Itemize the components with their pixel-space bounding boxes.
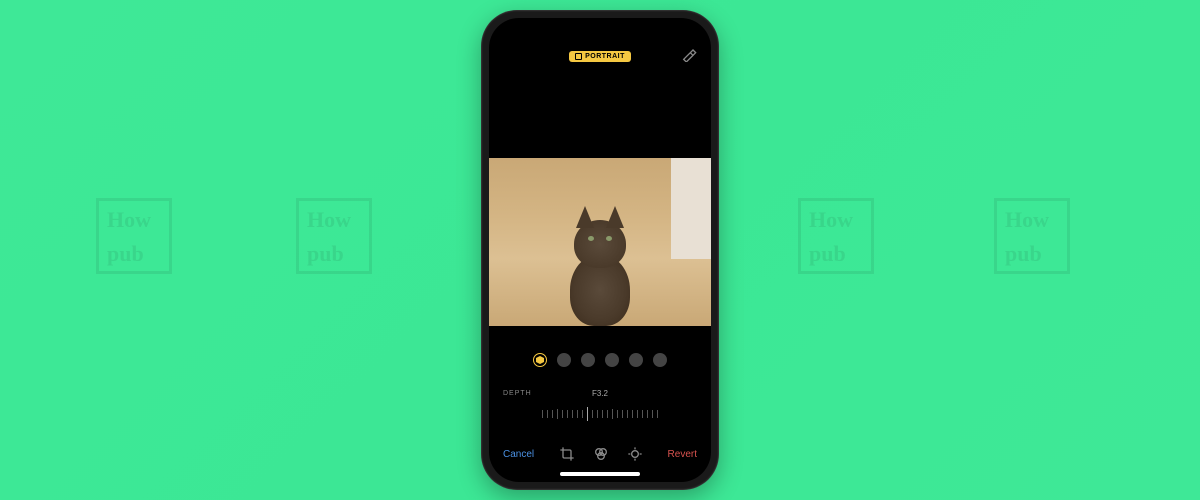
editor-top-bar: PORTRAIT — [489, 44, 711, 68]
depth-value: F3.2 — [503, 389, 697, 398]
portrait-icon — [575, 53, 582, 60]
depth-slider[interactable] — [503, 404, 697, 424]
lighting-modes-row — [489, 353, 711, 367]
filters-icon[interactable] — [593, 446, 609, 462]
editor-bottom-bar: Cancel Revert — [489, 446, 711, 462]
adjust-icon[interactable] — [627, 446, 643, 462]
cancel-button[interactable]: Cancel — [503, 449, 534, 460]
watermark-top-text: How — [809, 207, 853, 233]
watermark-bottom-text: pub — [107, 241, 144, 267]
watermark-logo: How pub — [296, 198, 376, 278]
lighting-contour-icon[interactable] — [581, 353, 595, 367]
watermark-logo: How pub — [994, 198, 1074, 278]
markup-icon[interactable] — [681, 46, 697, 62]
lighting-stage-icon[interactable] — [605, 353, 619, 367]
watermark-logo: How pub — [798, 198, 878, 278]
phone-screen: PORTRAIT — [489, 18, 711, 482]
photo-preview[interactable] — [489, 158, 711, 326]
lighting-natural-icon[interactable] — [533, 353, 547, 367]
tool-icons-row — [559, 446, 643, 462]
photo-background-wall — [671, 158, 711, 259]
watermark-top-text: How — [1005, 207, 1049, 233]
portrait-mode-badge[interactable]: PORTRAIT — [569, 51, 631, 62]
phone-frame: PORTRAIT — [481, 10, 719, 490]
home-indicator[interactable] — [560, 472, 640, 476]
watermark-bottom-text: pub — [809, 241, 846, 267]
portrait-badge-label: PORTRAIT — [585, 53, 625, 60]
watermark-top-text: How — [307, 207, 351, 233]
watermark-bottom-text: pub — [307, 241, 344, 267]
watermark-top-text: How — [107, 207, 151, 233]
photo-subject-cat — [555, 196, 645, 326]
lighting-high-key-icon[interactable] — [653, 353, 667, 367]
crop-icon[interactable] — [559, 446, 575, 462]
lighting-studio-icon[interactable] — [557, 353, 571, 367]
revert-button[interactable]: Revert — [668, 449, 697, 460]
phone-notch — [550, 18, 650, 40]
watermark-logo: How pub — [96, 198, 176, 278]
lighting-stage-mono-icon[interactable] — [629, 353, 643, 367]
depth-control-section: DEPTH F3.2 — [489, 390, 711, 424]
watermark-bottom-text: pub — [1005, 241, 1042, 267]
